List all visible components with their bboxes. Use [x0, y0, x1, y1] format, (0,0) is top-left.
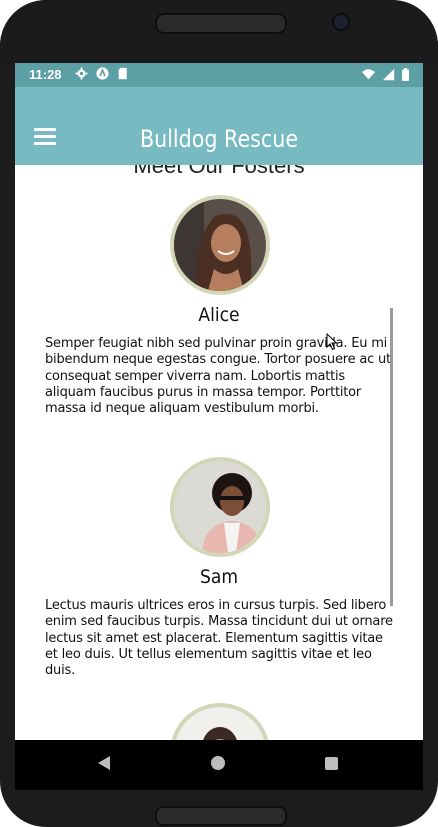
phone-frame: 11:28 Bulldog Rescue Meet Our Fosters Al…	[0, 0, 438, 827]
foster-avatar	[170, 195, 270, 295]
back-triangle-icon[interactable]	[97, 755, 111, 771]
foster-avatar	[170, 703, 270, 740]
logo-icon	[96, 67, 109, 80]
foster-bio: Semper feugiat nibh sed pulvinar proin g…	[45, 336, 391, 417]
sd-card-icon	[118, 67, 127, 80]
section-heading: Meet Our Fosters	[133, 165, 305, 178]
mouse-cursor-icon	[326, 333, 338, 351]
home-circle-icon[interactable]	[211, 756, 225, 770]
scrollbar[interactable]	[390, 308, 393, 606]
recent-apps-square-icon[interactable]	[325, 757, 338, 770]
foster-name: Alice	[198, 304, 240, 326]
battery-icon	[402, 68, 409, 81]
fosters-list[interactable]: Meet Our Fosters Alice Semper feugiat ni…	[15, 165, 423, 740]
device-screen: 11:28 Bulldog Rescue Meet Our Fosters Al…	[15, 63, 423, 740]
status-bar: 11:28	[15, 63, 423, 87]
system-nav-bar	[15, 740, 423, 790]
wifi-icon	[362, 69, 375, 80]
status-time: 11:28	[29, 67, 62, 82]
foster-avatar	[170, 457, 270, 557]
app-bar: Bulldog Rescue	[15, 87, 423, 165]
settings-icon	[75, 67, 88, 80]
app-title: Bulldog Rescue	[139, 125, 299, 153]
bottom-speaker	[155, 806, 287, 826]
foster-name: Sam	[200, 566, 238, 588]
foster-bio: Lectus mauris ultrices eros in cursus tu…	[45, 598, 393, 679]
earpiece-speaker	[155, 13, 287, 34]
signal-icon	[382, 68, 395, 81]
front-camera	[334, 15, 348, 29]
